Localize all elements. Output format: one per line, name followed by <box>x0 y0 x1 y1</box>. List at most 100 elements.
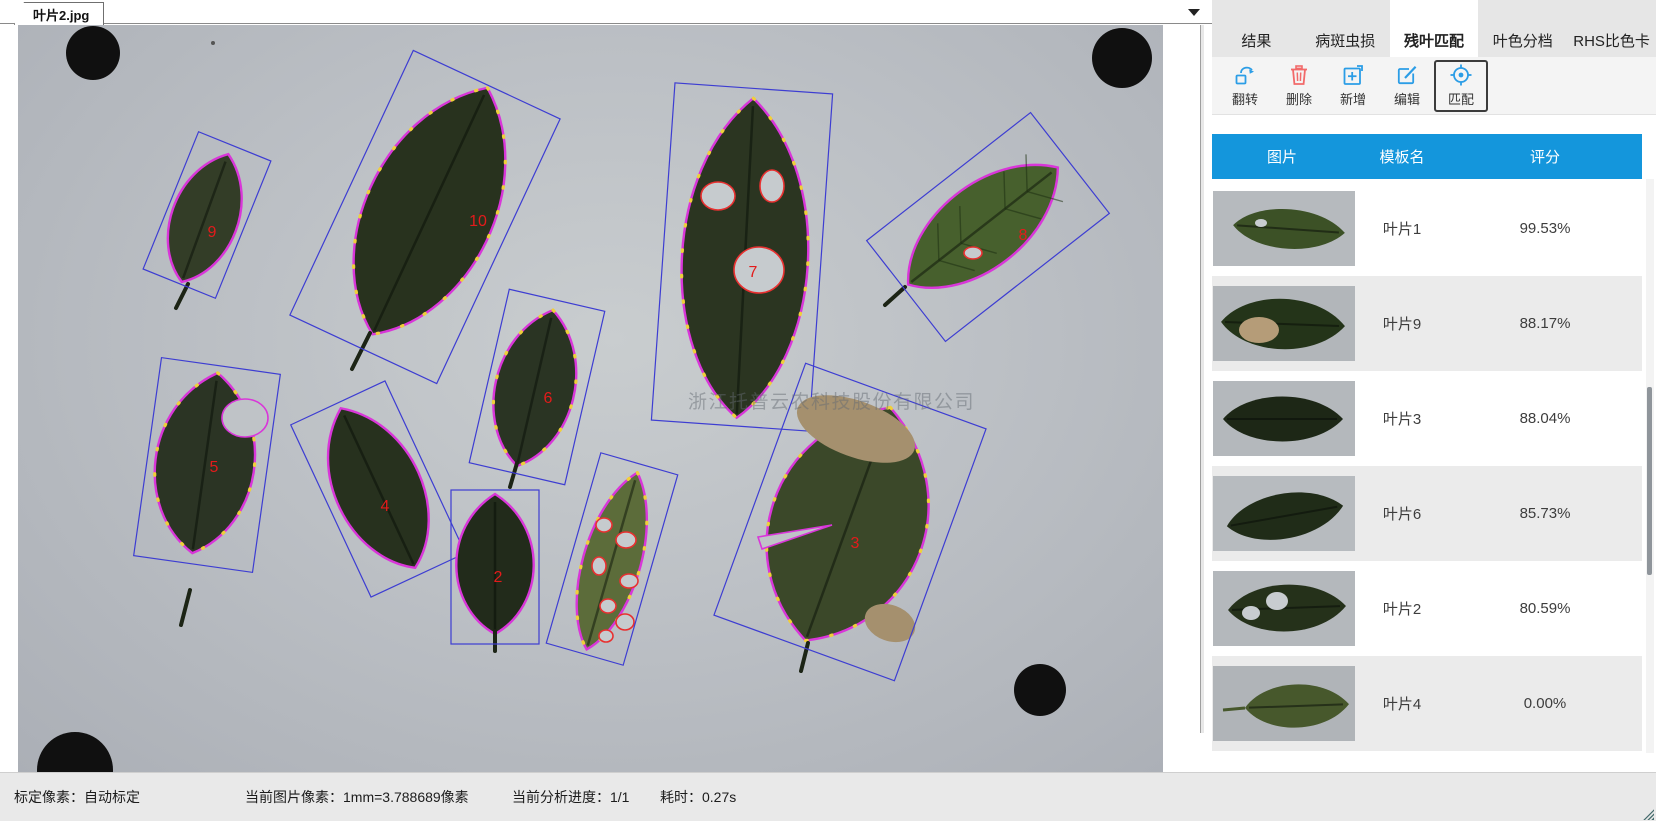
hole-damage <box>592 557 606 575</box>
leaf-thumbnail <box>1213 666 1355 741</box>
flip-icon <box>1233 63 1257 87</box>
hole-damage <box>760 170 784 202</box>
leaf-number-label: 10 <box>469 213 487 230</box>
match-results-table: 叶片199.53%叶片988.17%叶片388.04%叶片685.73%叶片28… <box>1212 181 1642 753</box>
registration-dot <box>1092 28 1152 88</box>
edit-icon <box>1395 63 1419 87</box>
hole-damage <box>734 247 784 293</box>
template-name-cell: 叶片3 <box>1342 371 1462 466</box>
leaf-annotation[interactable]: 5 <box>134 358 281 625</box>
leaf-annotation[interactable]: 7 <box>651 83 832 431</box>
hole-damage <box>701 182 735 210</box>
hole-damage <box>599 630 613 642</box>
template-name-cell: 叶片4 <box>1342 656 1462 751</box>
score-cell: 85.73% <box>1484 466 1606 561</box>
toolbar-button-label: 翻转 <box>1232 89 1258 108</box>
table-header-1: 图片 <box>1232 134 1332 179</box>
leaf-number-label: 4 <box>381 498 390 515</box>
table-scrollbar-thumb[interactable] <box>1647 387 1652 575</box>
panel-tab-bar: 结果病斑虫损残叶匹配叶色分档RHS比色卡 <box>1212 0 1656 57</box>
tab-dropdown-arrow-icon[interactable] <box>1188 9 1200 16</box>
leaf-thumbnail <box>1213 286 1355 361</box>
score-cell: 99.53% <box>1484 181 1606 276</box>
table-row[interactable]: 叶片40.00% <box>1212 656 1642 751</box>
status-bar: 标定像素：自动标定 当前图片像素：1mm=3.788689像素 当前分析进度：1… <box>0 772 1656 821</box>
calibration-status: 标定像素：自动标定 <box>14 787 140 807</box>
table-row[interactable]: 叶片388.04% <box>1212 371 1642 466</box>
leaf-number-label: 9 <box>208 224 217 241</box>
panel-toolbar: 翻转 删除 新增 编辑 匹配 <box>1212 57 1656 115</box>
app-window: 叶片2.jpg 9107854623 浙江托普云农科技股份有限公司 结果病斑虫损… <box>0 0 1656 821</box>
table-header: 图片模板名评分 <box>1212 134 1642 179</box>
template-name-cell: 叶片9 <box>1342 276 1462 371</box>
target-icon <box>1449 63 1473 87</box>
trash-icon <box>1287 63 1311 87</box>
document-tab-label: 叶片2.jpg <box>33 5 89 24</box>
image-pixel-status: 当前图片像素：1mm=3.788689像素 <box>245 787 469 807</box>
panel-tab-5[interactable]: RHS比色卡 <box>1567 0 1656 57</box>
panel-tab-3[interactable]: 残叶匹配 <box>1390 0 1479 57</box>
registration-dot <box>1014 664 1066 716</box>
panel-tab-2[interactable]: 病斑虫损 <box>1301 0 1390 57</box>
table-row[interactable]: 叶片685.73% <box>1212 466 1642 561</box>
registration-dot <box>66 26 120 80</box>
leaf-number-label: 3 <box>851 535 860 552</box>
toolbar-button-label: 新增 <box>1340 89 1366 108</box>
resize-grip[interactable] <box>1642 808 1654 820</box>
hole-damage <box>620 574 638 588</box>
toolbar-button-label: 删除 <box>1286 89 1312 108</box>
template-name-cell: 叶片6 <box>1342 466 1462 561</box>
leaf-thumbnail <box>1213 476 1355 551</box>
leaf-thumbnail-image <box>1213 476 1355 551</box>
score-cell: 0.00% <box>1484 656 1606 751</box>
toolbar-button-edit[interactable]: 编辑 <box>1380 60 1434 112</box>
leaf-thumbnail-image <box>1213 381 1355 456</box>
leaf-analysis-scene: 9 10 7 8 5 4 6 2 3 <box>18 25 1163 772</box>
table-scrollbar[interactable] <box>1646 179 1654 753</box>
leaf-annotation[interactable]: 9 <box>143 132 271 308</box>
hole-damage <box>964 247 982 259</box>
toolbar-button-target[interactable]: 匹配 <box>1434 60 1488 112</box>
table-header-3: 评分 <box>1484 134 1606 179</box>
panel-tab-4[interactable]: 叶色分档 <box>1478 0 1567 57</box>
panel-tab-1[interactable]: 结果 <box>1212 0 1301 57</box>
hole-damage <box>616 532 636 548</box>
hole-damage <box>600 599 616 613</box>
toolbar-button-add[interactable]: 新增 <box>1326 60 1380 112</box>
leaf-annotation[interactable]: 6 <box>469 289 605 487</box>
leaf-thumbnail <box>1213 571 1355 646</box>
table-row[interactable]: 叶片988.17% <box>1212 276 1642 371</box>
analysis-progress-status: 当前分析进度：1/1 <box>512 787 629 807</box>
template-name-cell: 叶片1 <box>1342 181 1462 276</box>
leaf-thumbnail <box>1213 191 1355 266</box>
add-icon <box>1341 63 1365 87</box>
toolbar-button-trash[interactable]: 删除 <box>1272 60 1326 112</box>
leaf-thumbnail-image <box>1213 666 1355 741</box>
bite-damage <box>222 399 268 437</box>
canvas-scrollbar[interactable] <box>1200 25 1204 733</box>
leaf-annotation[interactable]: 4 <box>291 381 466 597</box>
leaf-number-label: 6 <box>544 390 553 407</box>
document-tab[interactable]: 叶片2.jpg <box>14 2 104 25</box>
leaf-number-label: 7 <box>749 264 758 281</box>
leaf-annotation[interactable] <box>546 453 677 665</box>
document-tab-bar: 叶片2.jpg <box>0 0 1212 25</box>
leaf-annotation[interactable]: 2 <box>451 490 539 651</box>
elapsed-time-status: 耗时：0.27s <box>660 787 736 807</box>
table-row[interactable]: 叶片199.53% <box>1212 181 1642 276</box>
toolbar-button-label: 匹配 <box>1448 89 1474 108</box>
toolbar-button-flip[interactable]: 翻转 <box>1218 60 1272 112</box>
leaf-thumbnail-image <box>1213 571 1355 646</box>
template-name-cell: 叶片2 <box>1342 561 1462 656</box>
tabbar-divider <box>0 23 1212 24</box>
image-canvas[interactable]: 9107854623 浙江托普云农科技股份有限公司 <box>18 25 1163 772</box>
table-row[interactable]: 叶片280.59% <box>1212 561 1642 656</box>
score-cell: 88.17% <box>1484 276 1606 371</box>
table-header-2: 模板名 <box>1342 134 1462 179</box>
hole-damage <box>596 518 612 532</box>
leaf-thumbnail-image <box>1213 286 1355 361</box>
leaf-annotation[interactable]: 8 <box>867 113 1110 342</box>
hole-damage <box>616 614 634 630</box>
toolbar-button-label: 编辑 <box>1394 89 1420 108</box>
score-cell: 88.04% <box>1484 371 1606 466</box>
